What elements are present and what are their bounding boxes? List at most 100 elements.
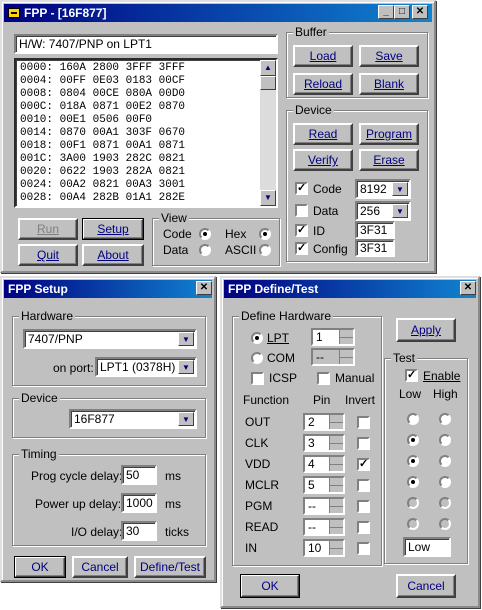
view-code-radio[interactable]	[199, 228, 211, 240]
chevron-down-icon[interactable]: ▼	[392, 182, 408, 196]
icsp-checkbox[interactable]	[251, 372, 264, 385]
function-label: VDD	[245, 457, 271, 471]
read-button[interactable]: Read	[293, 123, 353, 145]
define-ok-button[interactable]: OK	[240, 574, 300, 598]
blank-button[interactable]: Blank	[359, 73, 419, 95]
test-high-radio[interactable]	[439, 455, 451, 467]
scroll-up-icon[interactable]: ▲	[260, 60, 276, 76]
chevron-down-icon[interactable]: ▼	[178, 332, 194, 346]
quit-button[interactable]: Quit	[18, 244, 78, 266]
lpt-spinner[interactable]: 1	[311, 328, 355, 346]
lpt-radio[interactable]	[251, 332, 263, 344]
chevron-down-icon[interactable]: ▼	[178, 360, 194, 374]
program-button[interactable]: Program	[359, 123, 419, 145]
pin-spinner[interactable]: 4	[303, 455, 345, 473]
setup-cancel-button[interactable]: Cancel	[72, 556, 128, 578]
test-low-radio[interactable]	[407, 413, 419, 425]
setup-button[interactable]: Setup	[82, 218, 144, 240]
test-low-radio	[407, 518, 419, 530]
scroll-down-icon[interactable]: ▼	[260, 190, 276, 206]
invert-checkbox[interactable]	[357, 521, 370, 534]
invert-checkbox[interactable]	[357, 416, 370, 429]
maximize-button[interactable]: □	[394, 5, 410, 19]
spin-arrows-icon[interactable]	[329, 478, 343, 492]
device-select[interactable]: 16F877 ▼	[69, 409, 197, 429]
reload-button[interactable]: Reload	[293, 73, 353, 95]
test-high-radio[interactable]	[439, 476, 451, 488]
test-high-radio[interactable]	[439, 434, 451, 446]
spin-arrows-icon[interactable]	[339, 330, 353, 344]
function-column-header: Function	[243, 393, 290, 407]
manual-checkbox[interactable]	[317, 372, 330, 385]
define-cancel-button[interactable]: Cancel	[396, 574, 456, 598]
config-checkbox[interactable]: ✓	[295, 242, 308, 255]
chevron-down-icon[interactable]: ▼	[178, 412, 194, 426]
spin-arrows-icon[interactable]	[329, 415, 343, 429]
minimize-button[interactable]: _	[378, 5, 394, 19]
spin-arrows-icon[interactable]	[329, 457, 343, 471]
hex-listing[interactable]: 0000: 160A 2800 3FFF 3FFF 0004: 00FF 0E03…	[14, 58, 278, 208]
pin-spinner[interactable]: 10	[303, 539, 345, 557]
test-high-radio[interactable]	[439, 413, 451, 425]
pin-spinner[interactable]: --	[303, 497, 345, 515]
config-field[interactable]: 3F31	[355, 239, 395, 257]
about-button[interactable]: About	[82, 244, 144, 266]
view-ascii-radio[interactable]	[259, 244, 271, 256]
test-low-radio[interactable]	[407, 455, 419, 467]
io-delay-field[interactable]: 30	[121, 521, 157, 541]
define-test-button[interactable]: Define/Test	[134, 556, 206, 578]
enable-checkbox[interactable]: ✓	[405, 369, 418, 382]
setup-title-bar[interactable]: FPP Setup	[4, 280, 212, 298]
data-size-select[interactable]: 256 ▼	[355, 201, 411, 221]
load-button[interactable]: Load	[293, 45, 353, 67]
pin-spinner[interactable]: 2	[303, 413, 345, 431]
data-checkbox[interactable]	[295, 204, 308, 217]
id-field[interactable]: 3F31	[355, 221, 395, 239]
invert-checkbox[interactable]	[357, 542, 370, 555]
timing-label: Timing	[19, 447, 59, 461]
invert-checkbox[interactable]: ✓	[357, 458, 370, 471]
power-delay-field[interactable]: 1000	[121, 493, 157, 513]
id-checkbox[interactable]: ✓	[295, 224, 308, 237]
run-button[interactable]: Run	[18, 218, 78, 240]
hex-line: 001C: 3A00 1903 282C 0821	[20, 153, 186, 165]
spin-arrows-icon[interactable]	[329, 499, 343, 513]
spin-arrows-icon[interactable]	[329, 541, 343, 555]
device-value: 16F877	[74, 412, 115, 426]
main-title-bar[interactable]: FPP - [16F877]	[4, 4, 432, 22]
hardware-value: 7407/PNP	[28, 332, 83, 346]
setup-ok-button[interactable]: OK	[14, 556, 66, 578]
scroll-thumb[interactable]	[260, 76, 276, 90]
spin-arrows-icon[interactable]	[329, 520, 343, 534]
code-checkbox[interactable]: ✓	[295, 182, 308, 195]
close-button[interactable]: ✕	[460, 281, 476, 295]
test-low-radio[interactable]	[407, 476, 419, 488]
vertical-scrollbar[interactable]: ▲ ▼	[260, 60, 276, 206]
spin-arrows-icon[interactable]	[339, 350, 353, 364]
chevron-down-icon[interactable]: ▼	[392, 204, 408, 218]
view-data-radio[interactable]	[199, 244, 211, 256]
close-button[interactable]: ✕	[412, 5, 428, 19]
hardware-select[interactable]: 7407/PNP ▼	[23, 329, 197, 349]
port-select[interactable]: LPT1 (0378H) ▼	[95, 357, 197, 377]
com-spinner[interactable]: --	[311, 348, 355, 366]
save-button[interactable]: Save	[359, 45, 419, 67]
erase-button[interactable]: Erase	[359, 149, 419, 171]
code-size-select[interactable]: 8192 ▼	[355, 179, 411, 199]
test-low-radio[interactable]	[407, 434, 419, 446]
invert-checkbox[interactable]	[357, 437, 370, 450]
apply-button[interactable]: Apply	[396, 318, 456, 342]
close-button[interactable]: ✕	[196, 281, 212, 295]
pin-spinner[interactable]: 3	[303, 434, 345, 452]
invert-checkbox[interactable]	[357, 500, 370, 513]
spin-arrows-icon[interactable]	[329, 436, 343, 450]
view-hex-radio[interactable]	[259, 228, 271, 240]
com-value: --	[316, 350, 324, 364]
prog-delay-field[interactable]: 50	[121, 465, 157, 485]
verify-button[interactable]: Verify	[293, 149, 353, 171]
pin-spinner[interactable]: 5	[303, 476, 345, 494]
invert-checkbox[interactable]	[357, 479, 370, 492]
define-title-bar[interactable]: FPP Define/Test	[224, 280, 476, 298]
pin-spinner[interactable]: --	[303, 518, 345, 536]
com-radio[interactable]	[251, 352, 263, 364]
